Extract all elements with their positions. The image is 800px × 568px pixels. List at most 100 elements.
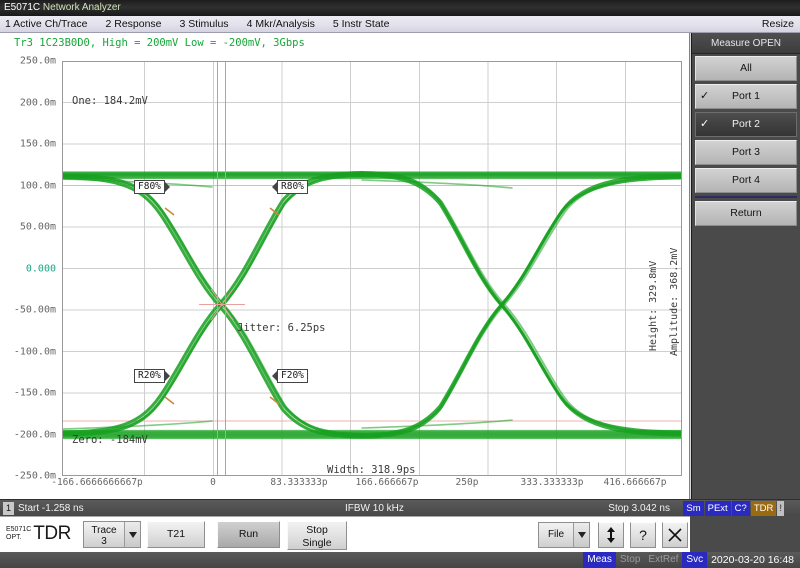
sidebar-item-all[interactable]: All [695, 56, 797, 81]
chevron-down-icon[interactable] [573, 523, 589, 547]
title-subtitle: Network Analyzer [43, 2, 121, 13]
file-menu-combo[interactable]: File [538, 522, 590, 548]
y-axis: 250.0m 200.0m 150.0m 100.0m 50.00m 0.000… [0, 61, 60, 476]
x-tick: 333.333333p [521, 477, 584, 488]
y-tick: 200.0m [20, 97, 56, 108]
status-stop: Stop 3.042 ns [608, 500, 670, 517]
run-button[interactable]: Run [217, 521, 280, 548]
status-bar: 1 Start -1.258 ns IFBW 10 kHz Stop 3.042… [0, 499, 800, 516]
menu-item-instr-state[interactable]: 5 Instr State [333, 18, 399, 30]
toolbar-right-filler [690, 516, 800, 552]
sidebar-item-label: All [740, 62, 752, 74]
marker-flag-f20[interactable]: F20% [277, 369, 308, 383]
y-tick: -100.0m [14, 346, 56, 357]
sidebar-item-port-3[interactable]: Port 3 [695, 140, 797, 165]
x-tick: -166.6666666667p [51, 477, 143, 488]
softkey-sidebar: Measure OPEN All ✓ Port 1 ✓ Port 2 Port … [691, 33, 800, 499]
x-tick: 166.666667p [356, 477, 419, 488]
brand-model: E5071C OPT. [6, 526, 31, 542]
status-stop: Stop [616, 552, 645, 568]
menu-bar: 1 Active Ch/Trace 2 Response 3 Stimulus … [0, 16, 800, 33]
stop-single-button[interactable]: Stop Single [287, 521, 347, 550]
stop-single-line1: Stop [288, 524, 346, 537]
chevron-down-glyph [129, 532, 137, 538]
annotation-height: Height: 329.8mV [648, 261, 659, 351]
trace-select-line2: 3 [84, 536, 124, 547]
y-tick: 100.0m [20, 180, 56, 191]
brand-logo: E5071C OPT. TDR [6, 523, 71, 545]
sidebar-item-label: Return [730, 207, 762, 219]
menu-item-response[interactable]: 2 Response [105, 18, 170, 30]
resize-button[interactable]: Resize [762, 16, 794, 33]
chevron-down-icon[interactable] [124, 522, 140, 547]
status-badge-more: ! [777, 501, 784, 516]
trace-label: Tr3 1C23B0D0, High = 200mV Low = -200mV,… [14, 37, 305, 49]
bottom-status-items: Meas Stop ExtRef Svc 2020-03-20 16:48 [583, 552, 800, 568]
y-tick: 250.0m [20, 56, 56, 67]
sidebar-item-port-2[interactable]: ✓ Port 2 [695, 112, 797, 137]
close-icon [668, 528, 682, 542]
brand-model-line2: OPT. [6, 534, 31, 542]
status-badges: Sm PExt C? TDR ! [683, 501, 784, 516]
status-badge-sm: Sm [683, 501, 703, 516]
status-datetime: 2020-03-20 16:48 [707, 552, 800, 568]
status-badge-pext: PExt [705, 501, 731, 516]
marker-flag-f80[interactable]: F80% [134, 180, 165, 194]
y-tick: -150.0m [14, 388, 56, 399]
bottom-toolbar: E5071C OPT. TDR Trace 3 T21 Run Stop Sin… [0, 516, 800, 552]
y-tick: -250.0m [14, 471, 56, 482]
application-window: E5071C Network Analyzer 1 Active Ch/Trac… [0, 0, 800, 568]
trace-select-line1: Trace [84, 525, 124, 536]
sidebar-item-return[interactable]: Return [695, 201, 797, 226]
bottom-status-strip: Meas Stop ExtRef Svc 2020-03-20 16:48 [0, 552, 800, 568]
x-tick: 250p [456, 477, 479, 488]
check-icon: ✓ [700, 113, 709, 136]
status-extref: ExtRef [644, 552, 682, 568]
resize-updown-button[interactable] [598, 522, 624, 548]
sidebar-item-port-1[interactable]: ✓ Port 1 [695, 84, 797, 109]
graph-area: Tr3 1C23B0D0, High = 200mV Low = -200mV,… [0, 33, 690, 499]
y-tick: 50.00m [20, 222, 56, 233]
trace-select-label: Trace 3 [84, 522, 124, 547]
title-bar: E5071C Network Analyzer [0, 0, 800, 16]
stop-single-line2: Single [288, 537, 346, 550]
menu-item-active-ch-trace[interactable]: 1 Active Ch/Trace [5, 18, 96, 30]
x-axis: -166.6666666667p 0 83.333333p 166.666667… [62, 477, 682, 493]
annotation-amplitude: Amplitude: 368.2mV [669, 248, 680, 356]
parameter-button[interactable]: T21 [147, 521, 205, 548]
status-start: Start -1.258 ns [18, 500, 84, 517]
y-tick: 150.0m [20, 139, 56, 150]
brand-tdr-text: TDR [33, 523, 71, 545]
y-tick-zero: 0.000 [26, 263, 56, 274]
marker-flag-r20[interactable]: R20% [134, 369, 165, 383]
status-meas: Meas [583, 552, 615, 568]
eye-diagram-svg [62, 61, 682, 476]
sidebar-button-list: All ✓ Port 1 ✓ Port 2 Port 3 Port 4 Retu… [692, 54, 800, 226]
help-button[interactable]: ? [630, 522, 656, 548]
sidebar-item-label: Port 4 [732, 174, 760, 186]
menu-item-mkr-analysis[interactable]: 4 Mkr/Analysis [247, 18, 324, 30]
close-button[interactable] [662, 522, 688, 548]
eye-diagram-plot[interactable]: One: 184.2mV Zero: -184mV Jitter: 6.25ps… [62, 61, 682, 476]
title-product: E5071C [4, 2, 43, 13]
status-badge-tdr: TDR [751, 501, 777, 516]
sidebar-title: Measure OPEN [692, 33, 800, 54]
status-badge-c: C? [732, 501, 750, 516]
file-menu-label: File [539, 523, 573, 547]
menu-item-stimulus[interactable]: 3 Stimulus [180, 18, 238, 30]
brand-model-line1: E5071C [6, 526, 31, 534]
y-tick: -200.0m [14, 429, 56, 440]
x-tick: 83.333333p [270, 477, 327, 488]
status-ifbw: IFBW 10 kHz [345, 500, 404, 517]
up-down-arrow-icon [606, 527, 616, 543]
status-svc: Svc [682, 552, 707, 568]
sidebar-item-label: Port 1 [732, 90, 760, 102]
sidebar-divider [695, 196, 797, 198]
x-tick: 0 [210, 477, 216, 488]
status-channel-indicator: 1 [3, 502, 14, 515]
sidebar-item-label: Port 2 [732, 118, 760, 130]
sidebar-item-port-4[interactable]: Port 4 [695, 168, 797, 193]
x-tick: 416.666667p [604, 477, 667, 488]
marker-flag-r80[interactable]: R80% [277, 180, 308, 194]
trace-select-combo[interactable]: Trace 3 [83, 521, 141, 548]
